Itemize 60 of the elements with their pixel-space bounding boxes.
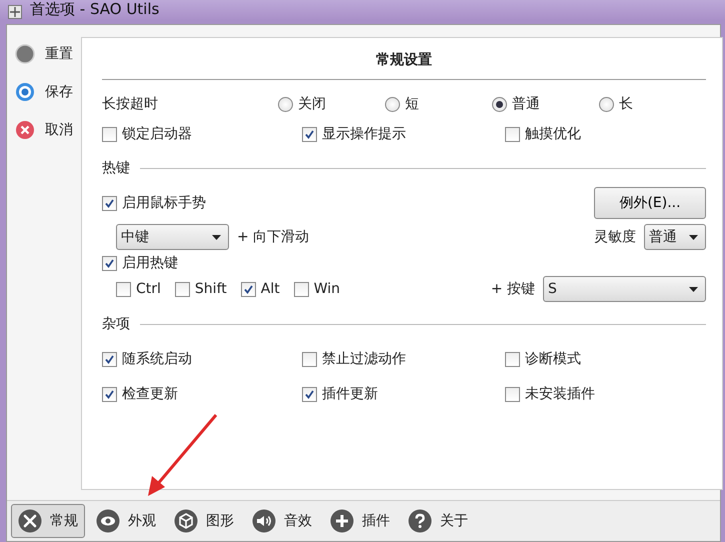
exceptions-button[interactable]: 例外(E)... bbox=[594, 187, 706, 219]
help-icon bbox=[408, 509, 432, 533]
checkbox[interactable]: 检查更新 bbox=[102, 385, 302, 403]
section-title: 热键 bbox=[102, 159, 130, 177]
checkbox[interactable]: 禁止过滤动作 bbox=[302, 350, 505, 368]
checkmark-icon bbox=[104, 258, 115, 268]
tools-icon bbox=[18, 509, 42, 533]
mouse-button-dropdown[interactable]: 中键 bbox=[116, 224, 229, 250]
panel-title: 常规设置 bbox=[375, 51, 433, 70]
side-action-button[interactable]: 保存 bbox=[7, 77, 81, 107]
checkbox[interactable]: Win bbox=[294, 281, 340, 297]
checkmark-icon bbox=[304, 388, 315, 400]
checkmark-icon bbox=[304, 128, 315, 140]
tab[interactable]: 图形 bbox=[167, 504, 241, 538]
side-action-button[interactable]: 取消 bbox=[7, 115, 81, 145]
checkbox[interactable]: 启用热键 bbox=[102, 254, 178, 272]
checkbox[interactable]: 触摸优化 bbox=[505, 125, 706, 143]
checkbox[interactable]: 锁定启动器 bbox=[102, 125, 302, 143]
sensitivity-label: 灵敏度 bbox=[594, 228, 636, 246]
checkbox[interactable]: 诊断模式 bbox=[505, 350, 706, 368]
option-label: 长按超时 bbox=[102, 95, 159, 113]
side-action-button[interactable]: 重置 bbox=[7, 39, 81, 69]
checkbox[interactable]: 未安装插件 bbox=[505, 385, 706, 403]
tab[interactable]: 插件 bbox=[323, 504, 397, 538]
key-label: + 按键 bbox=[490, 280, 535, 298]
checkmark-icon bbox=[104, 198, 115, 208]
plus-icon bbox=[330, 509, 354, 533]
checkbox[interactable]: 显示操作提示 bbox=[302, 125, 505, 143]
caret-icon bbox=[212, 234, 221, 240]
caret-icon bbox=[689, 286, 698, 292]
checkbox[interactable]: 启用鼠标手势 bbox=[102, 194, 206, 212]
sensitivity-dropdown[interactable]: 普通 bbox=[644, 224, 706, 250]
close-icon bbox=[15, 120, 35, 140]
plus-icon bbox=[8, 5, 22, 19]
checkbox[interactable]: Shift bbox=[174, 281, 227, 297]
radio-button[interactable]: 短 bbox=[385, 95, 492, 113]
tab[interactable]: 音效 bbox=[245, 504, 319, 538]
checkbox[interactable]: Ctrl bbox=[116, 281, 161, 297]
speaker-icon bbox=[252, 509, 276, 533]
key-dropdown[interactable]: S bbox=[543, 276, 706, 302]
target-icon bbox=[15, 82, 35, 102]
caret-icon bbox=[689, 234, 698, 240]
checkmark-icon bbox=[104, 388, 115, 400]
eye-icon bbox=[96, 509, 120, 533]
cube-icon bbox=[174, 509, 198, 533]
window-title: 首选项 - SAO Utils bbox=[30, 0, 160, 18]
checkmark-icon bbox=[242, 284, 254, 294]
section-title: 杂项 bbox=[102, 315, 130, 333]
checkmark-icon bbox=[104, 354, 115, 364]
tab[interactable]: 常规 bbox=[11, 504, 85, 538]
checkbox[interactable]: 插件更新 bbox=[302, 385, 505, 403]
circle-icon bbox=[15, 44, 35, 64]
tab[interactable]: 外观 bbox=[89, 504, 163, 538]
radio-button[interactable]: 关闭 bbox=[278, 95, 385, 113]
radio-button[interactable]: 长 bbox=[599, 95, 706, 113]
checkbox[interactable]: 随系统启动 bbox=[102, 350, 302, 368]
gesture-label: + 向下滑动 bbox=[237, 228, 310, 246]
checkbox[interactable]: Alt bbox=[240, 281, 280, 297]
radio-button[interactable]: 普通 bbox=[492, 95, 599, 113]
tab[interactable]: 关于 bbox=[401, 504, 475, 538]
